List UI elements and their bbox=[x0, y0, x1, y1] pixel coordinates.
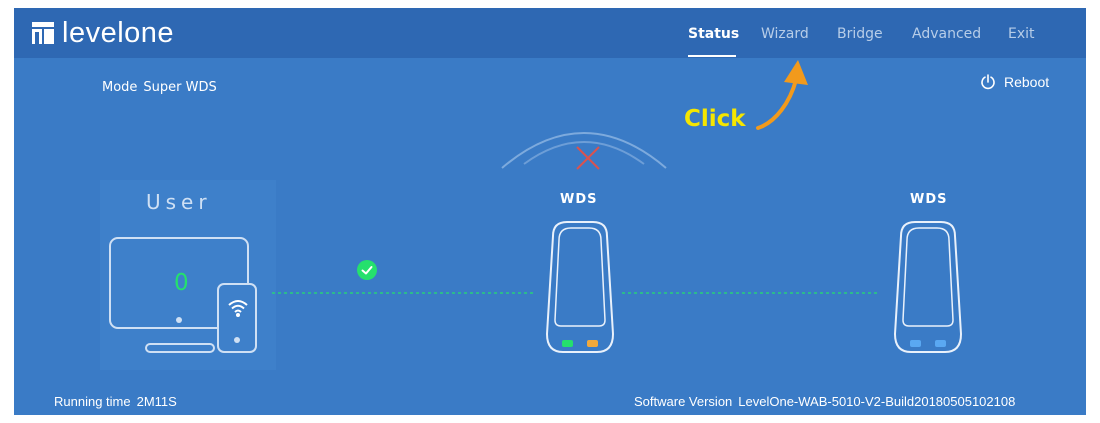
reboot-button[interactable]: Reboot bbox=[980, 74, 1049, 90]
status-page: levelone Status Wizard Bridge Advanced E… bbox=[14, 8, 1086, 415]
software-version: Software Version LevelOne-WAB-5010-V2-Bui… bbox=[634, 394, 1015, 409]
software-version-label: Software Version bbox=[634, 394, 733, 409]
running-time-label: Running time bbox=[54, 394, 131, 409]
running-time-value: 2M11S bbox=[136, 394, 177, 409]
mode-display: Mode Super WDS bbox=[102, 80, 217, 95]
check-circle-icon bbox=[357, 260, 377, 280]
levelone-logo-icon bbox=[32, 22, 54, 44]
nav-advanced[interactable]: Advanced bbox=[912, 26, 981, 42]
mode-value: Super WDS bbox=[143, 80, 217, 95]
nav-wizard[interactable]: Wizard bbox=[761, 26, 809, 42]
running-time: Running time 2M11S bbox=[54, 394, 177, 409]
wds-device-1-label: WDS bbox=[560, 192, 598, 207]
software-version-value: LevelOne-WAB-5010-V2-Build20180505102108 bbox=[738, 394, 1016, 409]
brand-logo[interactable]: levelone bbox=[32, 16, 175, 49]
active-tab-indicator bbox=[688, 55, 736, 57]
reboot-label: Reboot bbox=[1004, 74, 1050, 90]
nav-exit[interactable]: Exit bbox=[1008, 26, 1035, 42]
connected-user-count: 0 bbox=[174, 270, 189, 296]
brand-name: levelone bbox=[62, 16, 175, 49]
monitor-and-phone-icon bbox=[109, 237, 257, 353]
mode-label: Mode bbox=[102, 80, 138, 95]
access-point-icon bbox=[893, 221, 963, 353]
arrow-annotation-icon bbox=[756, 60, 808, 130]
access-point-icon bbox=[545, 221, 615, 353]
power-icon bbox=[981, 74, 995, 90]
wds-device-2-label: WDS bbox=[910, 192, 948, 207]
nav-bridge[interactable]: Bridge bbox=[837, 26, 883, 42]
x-mark-icon bbox=[576, 146, 600, 170]
wifi-icon bbox=[228, 300, 248, 317]
nav-status[interactable]: Status bbox=[688, 26, 739, 42]
user-title: User bbox=[146, 190, 212, 214]
top-navigation-bar: levelone Status Wizard Bridge Advanced E… bbox=[14, 8, 1086, 58]
